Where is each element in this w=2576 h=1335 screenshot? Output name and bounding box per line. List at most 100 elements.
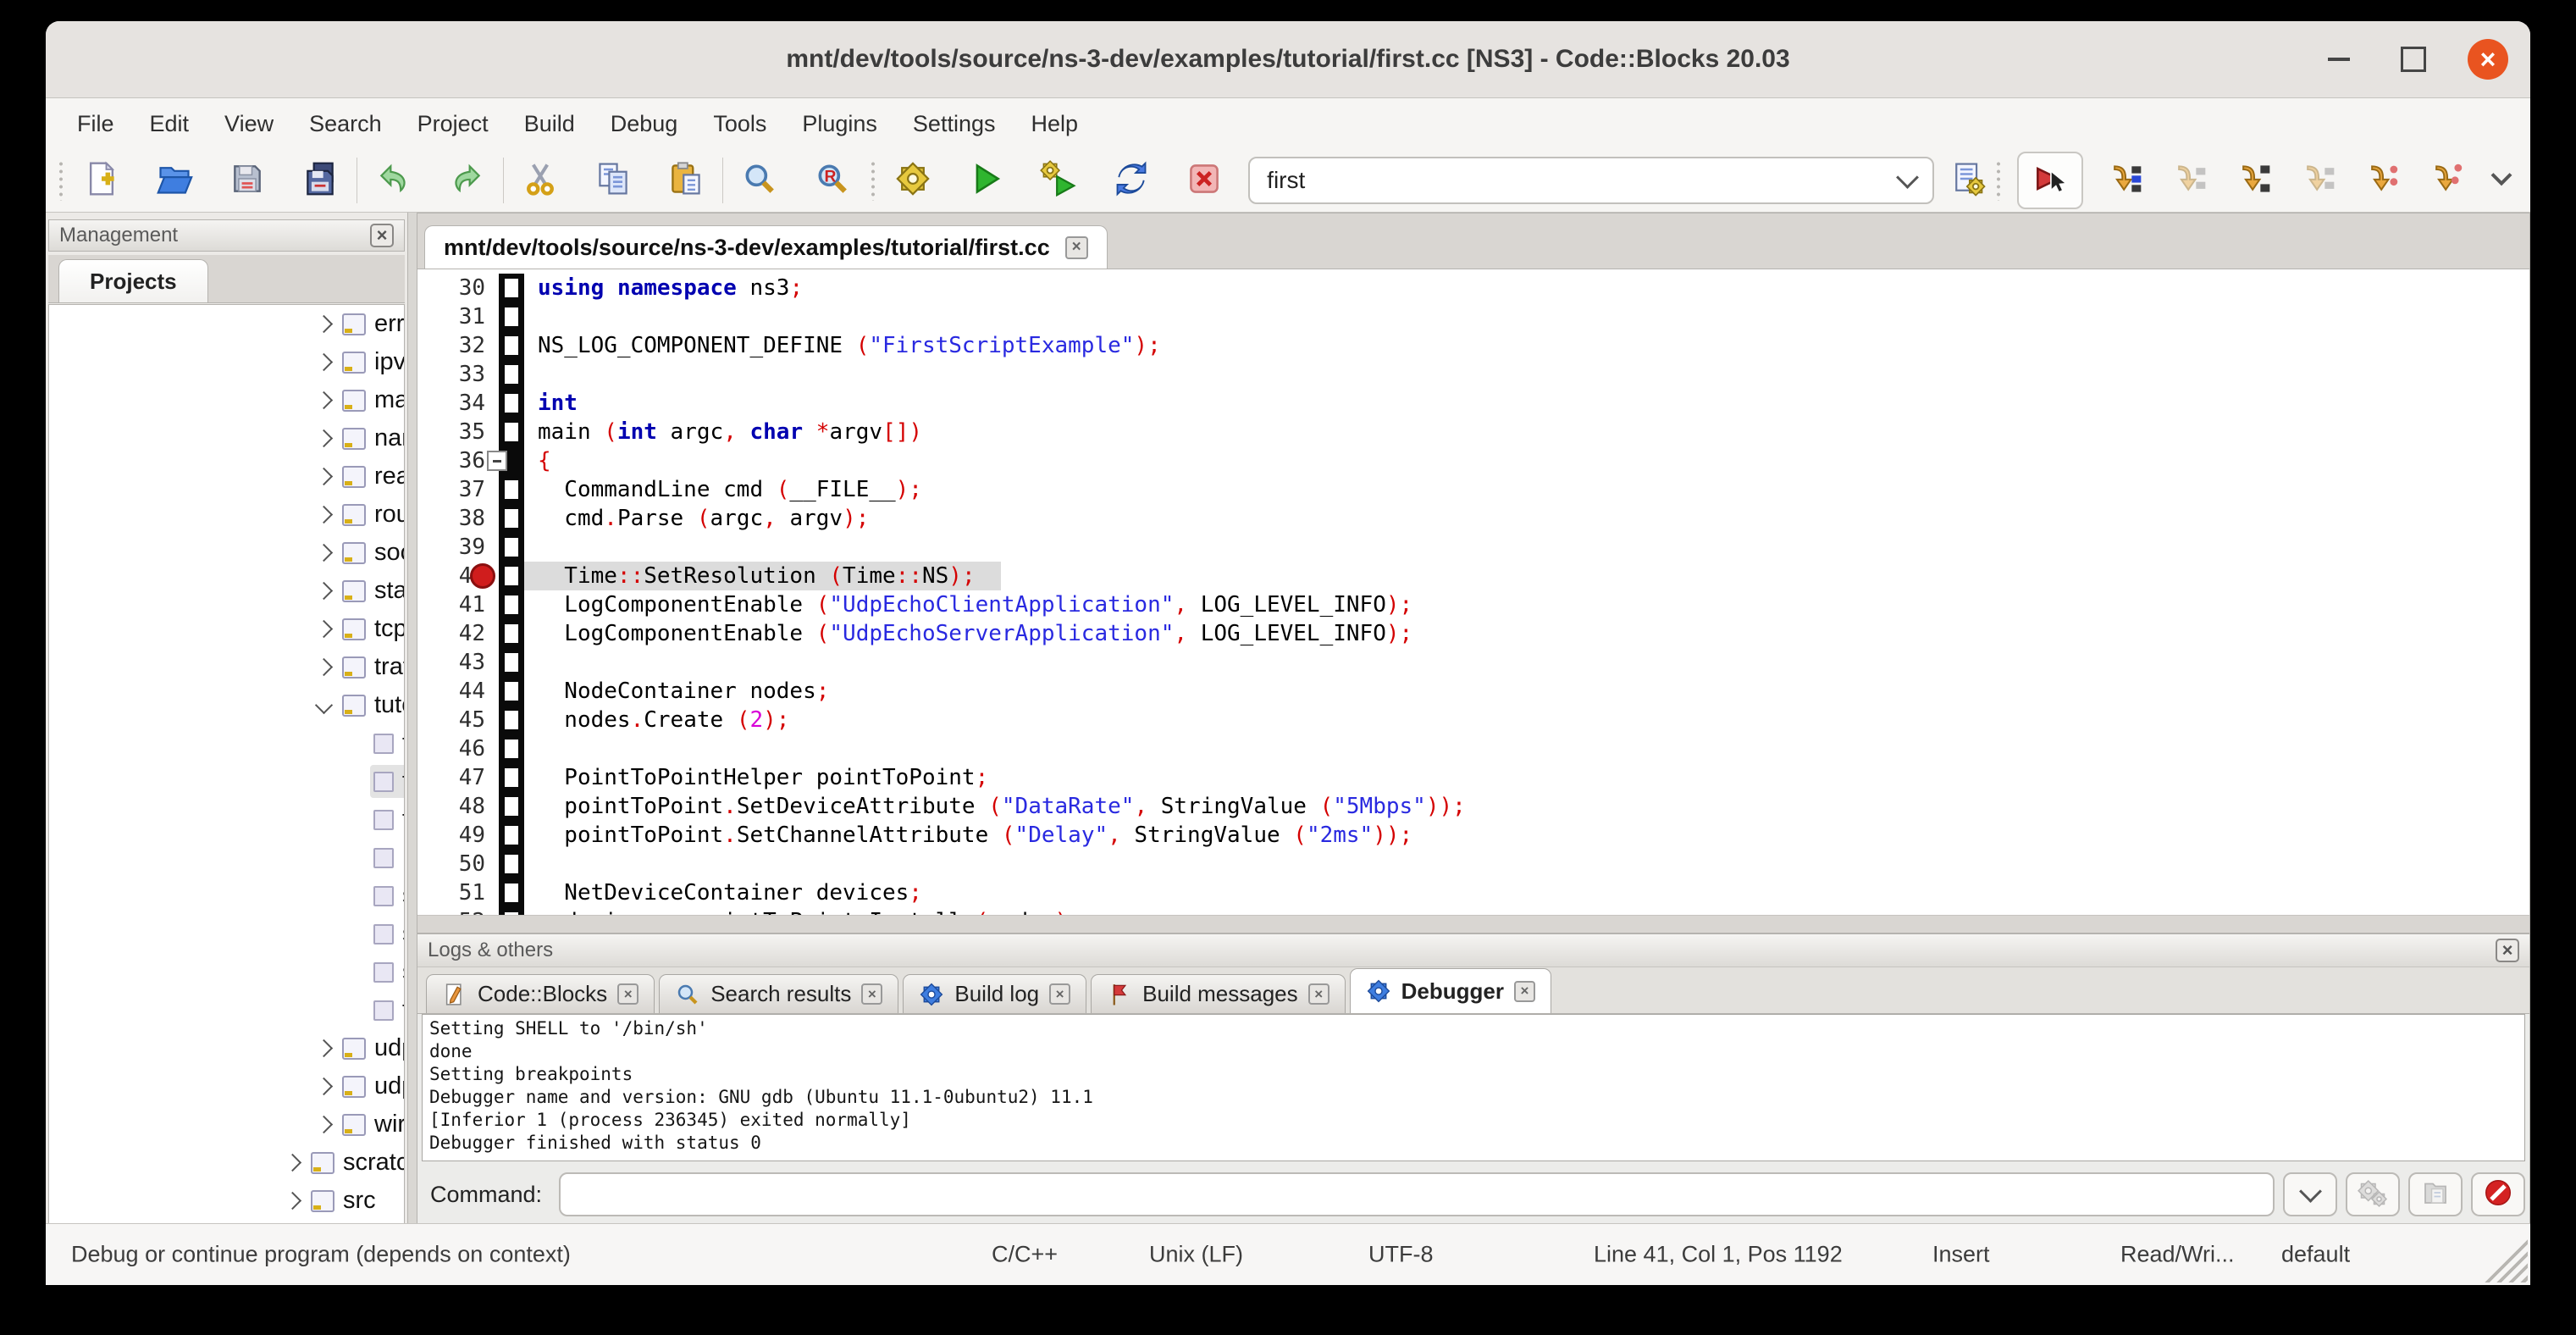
gutter-margin[interactable] — [499, 389, 524, 418]
tree-expander-icon[interactable] — [308, 546, 339, 559]
code-line-35[interactable]: 35main (int argc, char *argv[]) — [417, 418, 2529, 446]
save-file-button[interactable] — [225, 158, 269, 202]
tree-item-se[interactable]: se — [49, 877, 404, 915]
tree-item-sock[interactable]: sock — [49, 534, 404, 572]
gutter-margin[interactable] — [499, 446, 524, 475]
tab-projects[interactable]: Projects — [58, 259, 208, 302]
tree-item-src[interactable]: src — [49, 1182, 404, 1220]
gutter-margin[interactable] — [499, 763, 524, 792]
redo-button[interactable] — [445, 158, 489, 202]
tree-item-fir[interactable]: fir — [49, 762, 404, 800]
menu-search[interactable]: Search — [291, 98, 400, 149]
log-tab-build-messages[interactable]: Build messages× — [1091, 974, 1346, 1013]
tree-item-nam[interactable]: nam — [49, 419, 404, 457]
tree-item-th[interactable]: th — [49, 991, 404, 1029]
maximize-button[interactable] — [2393, 39, 2434, 80]
editor-tab-first-cc[interactable]: mnt/dev/tools/source/ns-3-dev/examples/t… — [424, 225, 1108, 269]
code-line-48[interactable]: 48 pointToPoint.SetDeviceAttribute ("Dat… — [417, 792, 2529, 821]
run-to-cursor-button[interactable] — [2103, 158, 2148, 202]
tree-item-ipv6[interactable]: ipv6 — [49, 343, 404, 381]
build-target-combo[interactable]: first — [1248, 157, 1934, 204]
log-tab-close-button[interactable]: × — [617, 983, 638, 1005]
gutter-margin[interactable] — [499, 360, 524, 389]
code-line-51[interactable]: 51 NetDeviceContainer devices; — [417, 878, 2529, 907]
close-button[interactable]: × — [2468, 39, 2508, 80]
toolbar-grip[interactable] — [1995, 160, 2002, 201]
debug-settings-button[interactable] — [2346, 1172, 2400, 1216]
gutter-margin[interactable] — [499, 648, 524, 677]
stop-debugger-button[interactable] — [2471, 1172, 2525, 1216]
next-instruction-button[interactable] — [2361, 158, 2405, 202]
new-file-button[interactable] — [80, 158, 124, 202]
code-line-49[interactable]: 49 pointToPoint.SetChannelAttribute ("De… — [417, 821, 2529, 850]
step-into-button[interactable] — [2232, 158, 2276, 202]
run-button[interactable] — [964, 158, 1008, 202]
command-input[interactable] — [559, 1172, 2275, 1216]
code-editor[interactable]: 30using namespace ns3;3132NS_LOG_COMPONE… — [417, 269, 2530, 933]
tree-expander-icon[interactable] — [308, 1042, 339, 1055]
menu-file[interactable]: File — [59, 98, 132, 149]
tree-expander-icon[interactable] — [308, 508, 339, 521]
code-line-45[interactable]: 45 nodes.Create (2); — [417, 706, 2529, 734]
toolbar-overflow-button[interactable] — [2479, 158, 2523, 202]
next-line-button[interactable] — [2168, 158, 2212, 202]
code-line-30[interactable]: 30using namespace ns3; — [417, 274, 2529, 302]
tree-item-tuto[interactable]: tuto — [49, 686, 404, 724]
tree-item-six[interactable]: six — [49, 953, 404, 991]
log-tab-close-button[interactable]: × — [1049, 983, 1070, 1005]
target-options-button[interactable] — [1946, 158, 1990, 202]
menu-help[interactable]: Help — [1013, 98, 1096, 149]
gutter-margin[interactable] — [499, 274, 524, 302]
open-log-file-button[interactable] — [2408, 1172, 2463, 1216]
gutter-margin[interactable] — [499, 619, 524, 648]
menu-tools[interactable]: Tools — [695, 98, 784, 149]
menu-debug[interactable]: Debug — [593, 98, 696, 149]
code-line-41[interactable]: 41 LogComponentEnable ("UdpEchoClientApp… — [417, 590, 2529, 619]
code-line-39[interactable]: 39 — [417, 533, 2529, 562]
log-tab-build-log[interactable]: Build log× — [903, 974, 1086, 1013]
tree-expander-icon[interactable] — [308, 394, 339, 407]
gutter-margin[interactable] — [499, 850, 524, 878]
log-tab-close-button[interactable]: × — [1308, 983, 1329, 1005]
gutter-margin[interactable] — [499, 734, 524, 763]
code-line-43[interactable]: 43 — [417, 648, 2529, 677]
gutter-margin[interactable] — [499, 302, 524, 331]
tree-item-fo[interactable]: fo — [49, 800, 404, 839]
cut-button[interactable] — [518, 158, 562, 202]
tree-expander-icon[interactable] — [308, 661, 339, 673]
gutter-margin[interactable] — [499, 706, 524, 734]
fold-collapse-icon[interactable] — [487, 451, 507, 471]
tree-item-wire[interactable]: wire — [49, 1105, 404, 1144]
build-and-run-button[interactable] — [1036, 158, 1081, 202]
tree-expander-icon[interactable] — [277, 1156, 307, 1169]
debugger-output[interactable]: Setting SHELL to '/bin/sh'doneSetting br… — [422, 1014, 2525, 1161]
tree-item-real[interactable]: real — [49, 457, 404, 496]
tree-item-trafl[interactable]: trafl — [49, 648, 404, 686]
resize-grip[interactable] — [2479, 1233, 2528, 1282]
undo-button[interactable] — [372, 158, 416, 202]
tree-expander-icon[interactable] — [308, 318, 339, 330]
tree-expander-icon[interactable] — [308, 356, 339, 368]
find-replace-button[interactable]: R — [810, 158, 854, 202]
menu-build[interactable]: Build — [506, 98, 593, 149]
tree-item-stat[interactable]: stat — [49, 572, 404, 610]
minimize-button[interactable] — [2319, 39, 2359, 80]
tree-expander-icon[interactable] — [308, 584, 339, 597]
menu-project[interactable]: Project — [400, 98, 506, 149]
gutter-margin[interactable] — [499, 878, 524, 907]
tree-expander-icon[interactable] — [308, 623, 339, 635]
code-line-42[interactable]: 42 LogComponentEnable ("UdpEchoServerApp… — [417, 619, 2529, 648]
gutter-margin[interactable] — [499, 331, 524, 360]
code-line-34[interactable]: 34int — [417, 389, 2529, 418]
gutter-margin[interactable] — [499, 562, 524, 590]
log-tab-search-results[interactable]: Search results× — [659, 974, 898, 1013]
menu-edit[interactable]: Edit — [132, 98, 207, 149]
tree-item-tcp[interactable]: tcp — [49, 610, 404, 648]
tree-expander-icon[interactable] — [308, 1118, 339, 1131]
project-tree[interactable]: erroipv6matnamrealroutsockstattcptrafltu… — [48, 304, 405, 1224]
management-close-button[interactable]: × — [370, 224, 394, 247]
gutter-margin[interactable] — [499, 475, 524, 504]
tree-expander-icon[interactable] — [308, 432, 339, 445]
gutter-margin[interactable] — [499, 418, 524, 446]
gutter-margin[interactable] — [499, 821, 524, 850]
